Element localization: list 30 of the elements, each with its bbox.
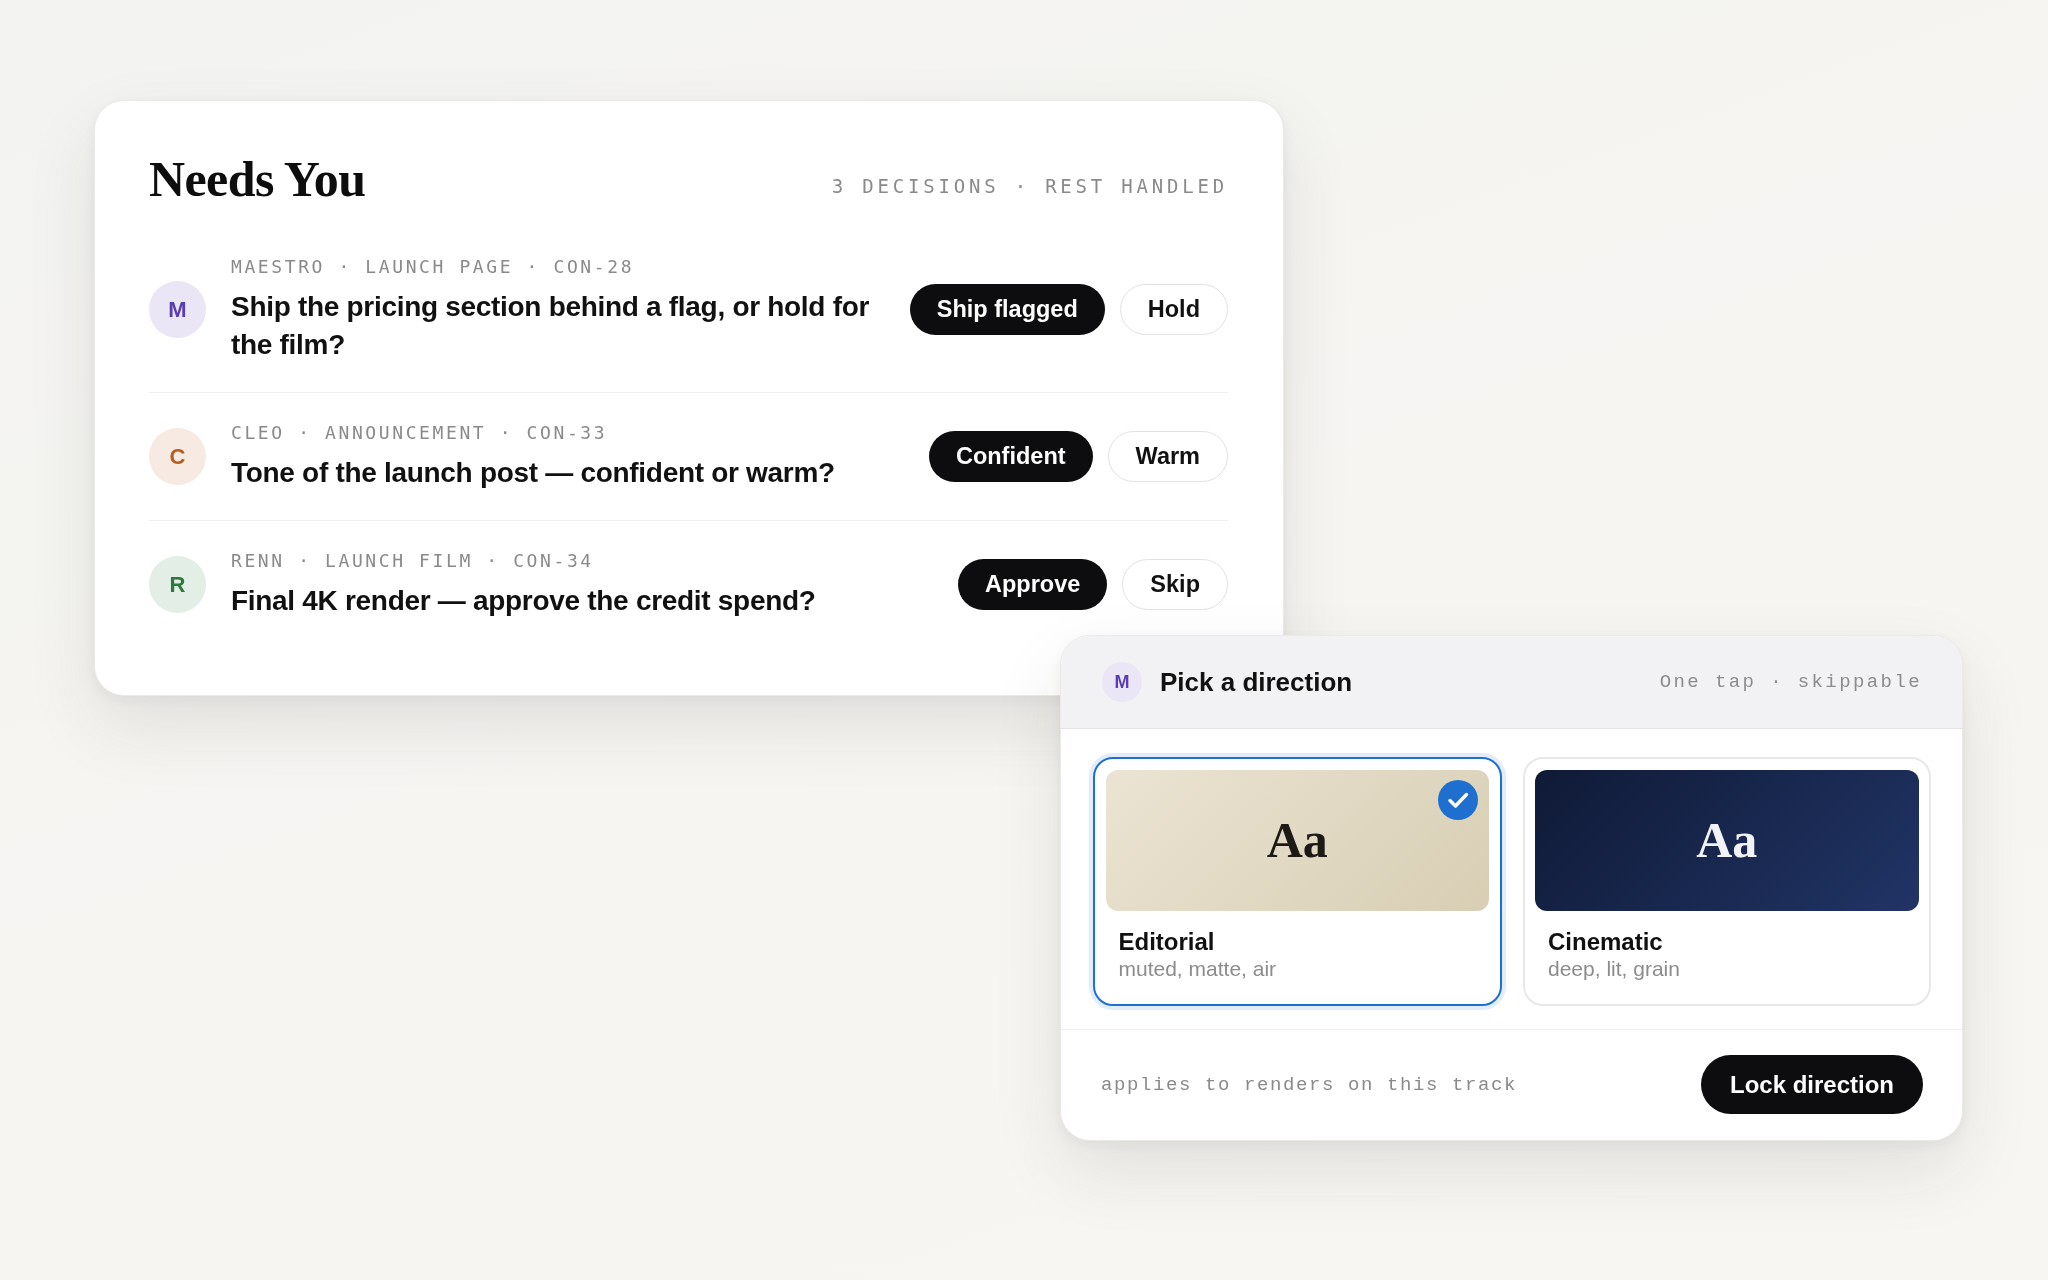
decision-meta: RENN · LAUNCH FILM · CON-34 [231,549,595,573]
decision-button[interactable]: Ship flagged [909,284,1105,335]
check-icon [1438,779,1478,820]
decision-button[interactable]: Confident [928,431,1093,482]
decision-question: Ship the pricing section behind a flag, or hold for the film? [231,290,871,362]
summary-label: 3 DECISIONS · REST HANDLED [831,174,1228,198]
decision-question: Tone of the launch post — confident or warm? [231,456,836,490]
option-name: Cinematic [1547,927,1664,956]
avatar: M [149,281,206,338]
option-description: muted, matte, air [1117,955,1278,982]
decision-button[interactable]: Warm [1107,431,1228,482]
decision-button[interactable]: Hold [1119,284,1228,335]
avatar: M [1102,662,1142,702]
option-name: Editorial [1117,927,1216,956]
decision-button[interactable]: Skip [1122,559,1228,610]
avatar: C [149,428,206,485]
type-sample: Aa [1266,811,1328,869]
decision-question: Final 4K render — approve the credit spend? [231,584,817,618]
option-description: deep, lit, grain [1547,955,1681,982]
direction-option[interactable]: Aa Cinematic deep, lit, grain [1522,757,1931,1006]
decision-meta: CLEO · ANNOUNCEMENT · CON-33 [231,421,609,445]
lock-direction-button[interactable]: Lock direction [1700,1055,1923,1114]
avatar: R [149,556,206,613]
decision-meta: MAESTRO · LAUNCH PAGE · CON-28 [231,255,636,279]
decision-button[interactable]: Approve [958,559,1108,610]
picker-hint: One tap · skippable [1659,671,1922,693]
picker-title: Pick a direction [1160,666,1353,698]
footnote: applies to renders on this track [1101,1073,1518,1096]
type-sample: Aa [1696,811,1758,869]
card-title: Needs You [149,151,366,207]
